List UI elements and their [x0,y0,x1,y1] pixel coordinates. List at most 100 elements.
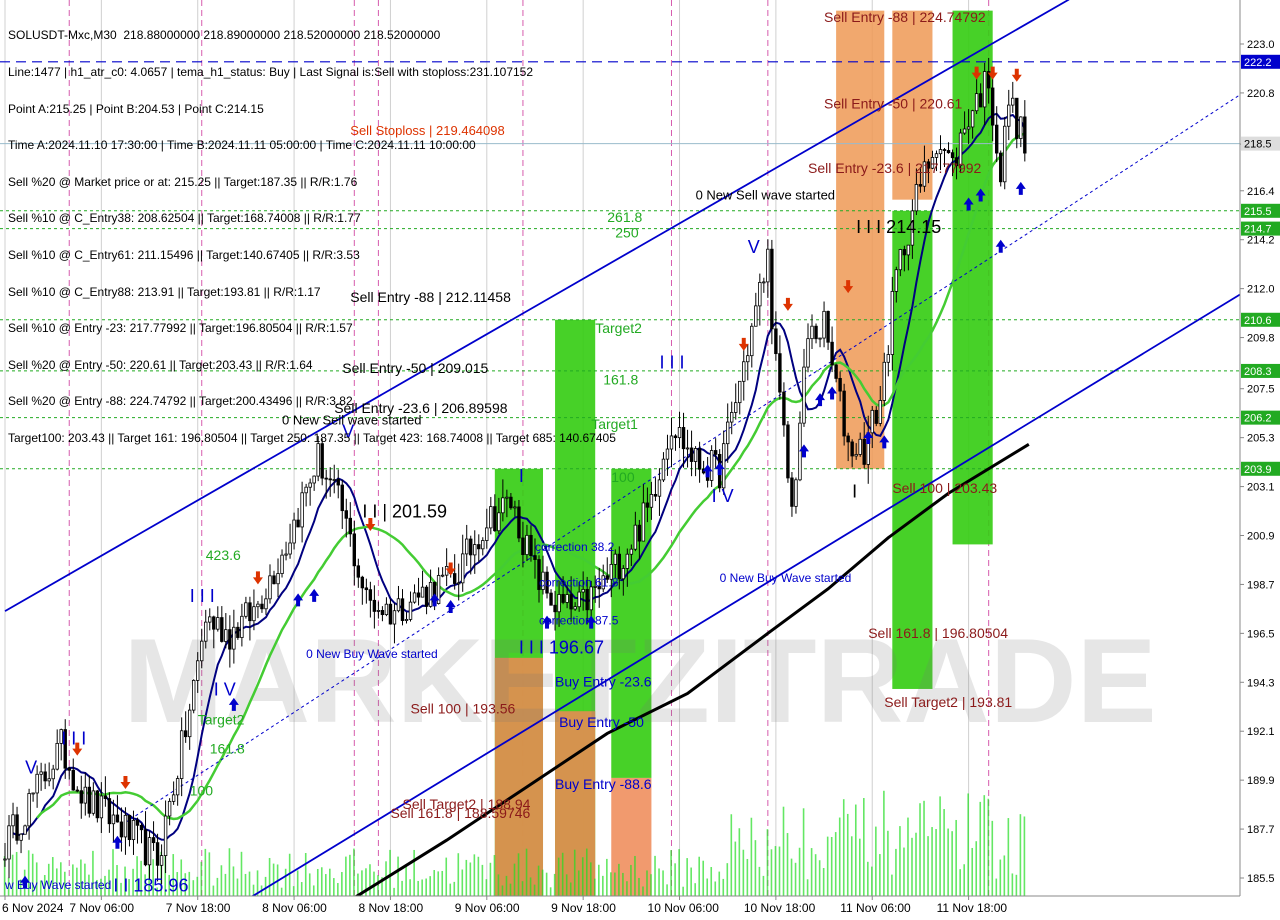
y-tick-label: 203.1 [1247,482,1275,494]
annotation-label: Buy Entry -88.6 [555,776,652,792]
volume-bar [561,852,564,896]
candle-body [874,409,878,424]
candle-body [786,424,790,479]
volume-bar [702,860,705,896]
volume-bar [830,837,833,896]
volume-bar [393,887,395,896]
candle-body [898,249,903,271]
annotation-label: I V [712,486,734,506]
candle-body [151,837,156,844]
volume-bar [349,854,351,896]
candle-body [452,573,457,584]
candle-body [810,325,814,340]
candle-body [95,790,100,819]
volume-bar [778,846,781,896]
candle-body [613,553,617,565]
volume-bar [513,863,516,896]
volume-bar [794,862,797,896]
candle-body [685,447,690,450]
candle-body [625,553,630,569]
candle-body [135,819,140,826]
volume-bar [216,877,219,896]
x-tick-label: 10 Nov 18:00 [744,901,816,915]
candle-body [264,598,268,610]
candle-body [416,592,421,598]
volume-bar [935,829,937,896]
volume-bar [706,878,709,896]
volume-bar [1011,873,1014,896]
candle-body [850,441,854,457]
candle-body [1007,104,1011,127]
candle-body [356,565,361,578]
candle-body [340,484,344,512]
candle-body [485,527,489,541]
annotation-label: 0 New Buy Wave started [306,647,438,661]
candle-body [392,610,397,625]
volume-bar [192,880,195,896]
candle-body [420,586,425,598]
volume-bar [377,875,379,896]
volume-bar [858,838,861,896]
annotation-label: I I I [190,586,215,606]
candle-body [677,427,682,439]
x-tick-label: 8 Nov 18:00 [358,901,423,915]
candle-body [31,792,35,795]
volume-bar [397,856,399,896]
candle-body [107,798,112,825]
volume-bar [939,796,941,896]
volume-bar [610,872,612,896]
info-line: Point A:215.25 | Point B:204.53 | Point … [8,101,264,116]
volume-bar [244,873,247,896]
candle-body [950,152,955,159]
candle-body [244,602,248,617]
volume-bar [1023,816,1026,896]
y-tick-label: 192.1 [1247,726,1275,738]
volume-bar [790,858,793,896]
volume-bar [666,884,668,896]
volume-bar [983,795,986,896]
candle-body [962,128,967,134]
volume-bar [923,800,925,896]
volume-bar [963,864,965,896]
candle-body [23,825,27,835]
candle-body [886,354,890,363]
volume-bar [409,879,411,896]
volume-bar [903,847,905,896]
volume-bar [782,806,785,896]
volume-bar [569,882,572,896]
candle-body [163,815,168,857]
candle-body [838,378,842,392]
candle-body [1011,97,1015,106]
price-tag-label: 218.5 [1244,139,1272,151]
y-tick-label: 187.7 [1247,824,1275,836]
candle-body [974,93,979,112]
candle-body [240,615,244,638]
volume-bar [300,882,303,896]
candle-body [268,575,272,600]
candle-body [505,496,509,499]
x-tick-label: 7 Nov 06:00 [69,901,134,915]
volume-bar [453,881,456,896]
candle-body [332,479,336,481]
volume-bar [991,820,994,896]
candle-body [216,617,220,630]
candle-body [424,586,429,607]
zone-green [952,10,993,545]
volume-bar [441,870,444,896]
volume-bar [268,857,271,896]
volume-bar [577,870,580,896]
candle-body [15,814,19,841]
volume-bar [842,799,845,896]
candle-body [284,553,288,556]
candle-body [790,477,794,507]
candle-body [946,150,951,154]
candle-body [111,814,116,825]
candle-body [292,519,296,544]
annotation-label: Buy Entry -23.6 [555,674,652,690]
candle-body [47,778,51,782]
volume-bar [292,886,295,896]
volume-bar [545,872,548,896]
volume-bar [1007,818,1010,896]
volume-bar [212,885,215,896]
volume-bar [798,847,801,896]
